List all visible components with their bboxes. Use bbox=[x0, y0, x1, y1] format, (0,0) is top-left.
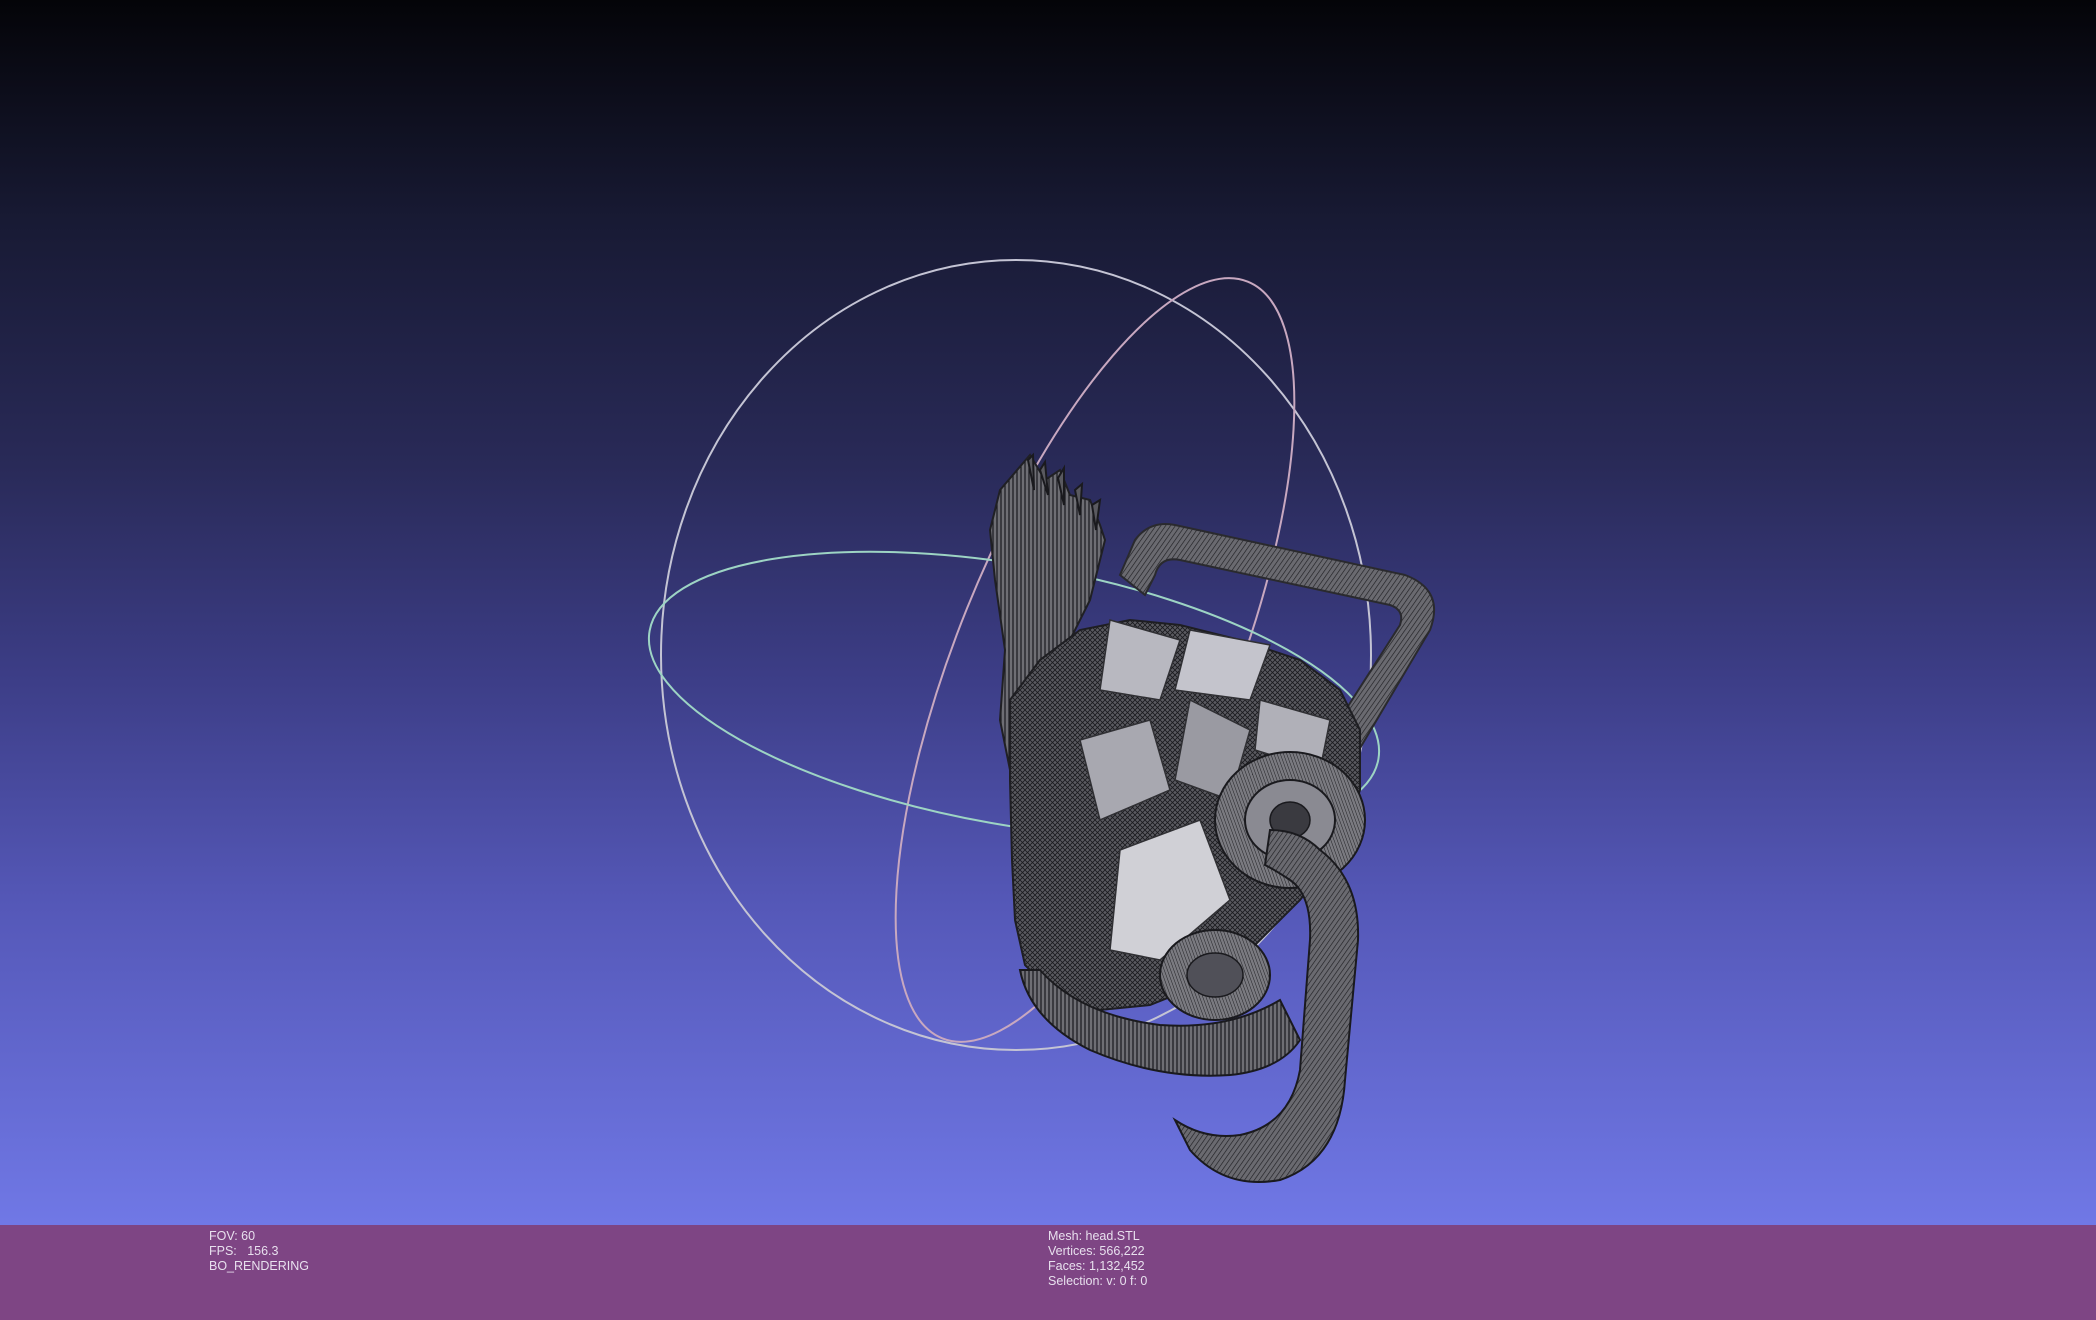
render-info: FOV: 60 FPS: 156.3 BO_RENDERING bbox=[209, 1229, 309, 1274]
render-mode-label: BO_RENDERING bbox=[209, 1259, 310, 1273]
fov-label: FOV: 60 bbox=[209, 1229, 256, 1243]
scene-canvas[interactable] bbox=[0, 0, 2096, 1225]
mesh-name-label: Mesh: head.STL bbox=[1048, 1229, 1140, 1243]
mesh-model[interactable] bbox=[988, 452, 1435, 1183]
faces-label: Faces: 1,132,452 bbox=[1048, 1259, 1145, 1273]
status-bar: FOV: 60 FPS: 156.3 BO_RENDERING Mesh: he… bbox=[0, 1225, 2096, 1320]
selection-label: Selection: v: 0 f: 0 bbox=[1048, 1274, 1148, 1288]
mesh-ring-small-inner bbox=[1186, 952, 1244, 998]
mesh-info: Mesh: head.STL Vertices: 566,222 Faces: … bbox=[1048, 1229, 1147, 1289]
vertices-label: Vertices: 566,222 bbox=[1048, 1244, 1145, 1258]
fps-label: FPS: 156.3 bbox=[209, 1244, 279, 1258]
3d-viewport[interactable] bbox=[0, 0, 2096, 1225]
